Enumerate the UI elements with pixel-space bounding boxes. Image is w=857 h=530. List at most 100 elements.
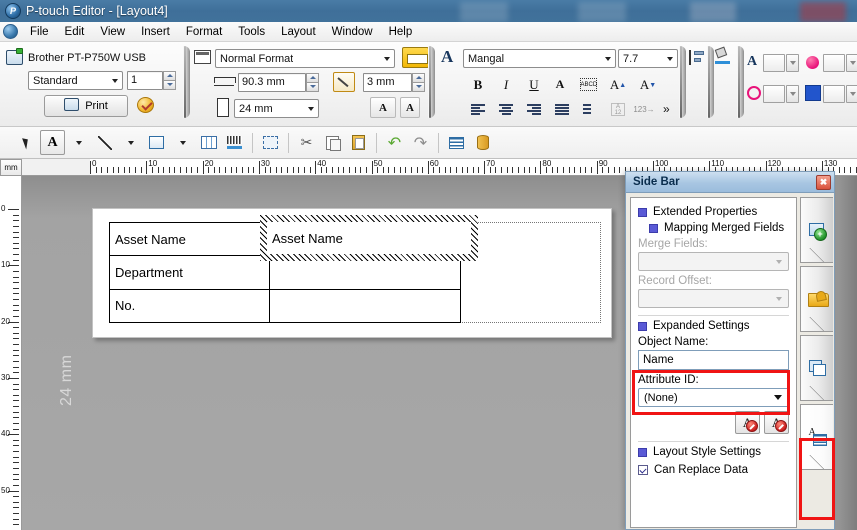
menu-item-insert[interactable]: Insert (133, 24, 178, 40)
undo-button[interactable]: ↶ (382, 130, 407, 155)
menu-item-help[interactable]: Help (381, 24, 421, 40)
background-color-icon[interactable] (805, 85, 821, 101)
margin-stepper[interactable] (412, 73, 425, 92)
table-cell-value[interactable] (268, 288, 462, 324)
sidebar-tab-favorites[interactable] (800, 266, 833, 332)
table-row[interactable]: No. (109, 288, 462, 324)
symbol-tool[interactable] (258, 130, 283, 155)
ruler-unit-corner[interactable]: mm (0, 159, 22, 176)
cut-button[interactable]: ✂ (294, 130, 319, 155)
align-center-icon[interactable] (495, 99, 517, 120)
label-length-stepper[interactable] (306, 73, 319, 92)
section-toggle-icon[interactable] (638, 447, 647, 457)
align-justify-icon[interactable] (551, 99, 573, 120)
yellow-label-icon[interactable] (402, 47, 429, 68)
menu-item-layout[interactable]: Layout (273, 24, 324, 40)
object-name-input[interactable]: Name (638, 350, 789, 370)
fill-circle-icon[interactable] (806, 56, 819, 69)
margin-input[interactable]: 3 mm (363, 73, 412, 92)
paste-button[interactable] (346, 130, 371, 155)
copy-button[interactable] (320, 130, 345, 155)
menu-item-view[interactable]: View (92, 24, 133, 40)
table-cell-field[interactable]: No. (109, 288, 270, 324)
document-control-icon[interactable] (3, 24, 18, 39)
label-layout-icon[interactable] (194, 50, 211, 64)
table-tool[interactable] (196, 130, 221, 155)
print-button[interactable]: Print (44, 95, 128, 117)
select-arrow-tool[interactable] (14, 130, 39, 155)
copies-stepper-up[interactable] (163, 71, 176, 80)
sidebar-tab-text-properties[interactable] (800, 404, 833, 470)
redo-button[interactable]: ↷ (408, 130, 433, 155)
increase-font-icon[interactable]: A ▲ (607, 74, 629, 95)
section-layout-style-settings[interactable]: Layout Style Settings (638, 446, 789, 458)
text-fit-icon[interactable]: A (370, 97, 396, 118)
font-size-select[interactable]: 7.7 (618, 49, 678, 68)
vertical-ruler[interactable]: 0 10 20 30 40 50 (0, 176, 22, 530)
line-color-icon[interactable] (747, 86, 761, 100)
auto-format-wand-icon[interactable] (333, 72, 355, 92)
text-direction-icon[interactable]: 123→ (633, 99, 655, 120)
line-color-dropdown[interactable] (786, 85, 799, 103)
section-extended-properties[interactable]: Extended Properties (638, 206, 789, 218)
menu-item-edit[interactable]: Edit (57, 24, 93, 40)
attribute-id-select[interactable]: (None) (638, 388, 789, 407)
fill-color-icon[interactable] (714, 46, 731, 67)
text-color-swatch[interactable] (763, 54, 785, 72)
database-view-button[interactable] (444, 130, 469, 155)
fill-color-swatch[interactable] (823, 54, 845, 72)
object-align-icon[interactable] (689, 50, 704, 68)
table-cell-field[interactable]: Department (109, 255, 270, 290)
can-replace-data-checkbox[interactable] (638, 465, 648, 475)
close-icon[interactable]: ✖ (816, 174, 831, 190)
sidebar-tab-objects[interactable] (800, 335, 833, 401)
tape-width-select[interactable]: 24 mm (234, 99, 319, 118)
copies-input[interactable]: 1 (127, 71, 163, 90)
can-replace-data-row[interactable]: Can Replace Data (638, 464, 789, 476)
set-attribute-icon[interactable]: A (735, 411, 760, 434)
italic-button[interactable]: I (495, 74, 517, 95)
line-spacing-icon[interactable] (579, 99, 601, 120)
print-mode-select[interactable]: Standard (28, 71, 123, 90)
text-color-A-icon[interactable]: A (747, 54, 757, 70)
copies-stepper[interactable] (163, 71, 176, 90)
rectangle-tool-dropdown[interactable] (170, 130, 195, 155)
menu-item-window[interactable]: Window (324, 24, 381, 40)
rectangle-tool[interactable] (144, 130, 169, 155)
line-tool-dropdown[interactable] (118, 130, 143, 155)
label-sheet[interactable]: Asset Name Department No. Asset Name (92, 208, 612, 338)
section-toggle-icon[interactable] (638, 207, 647, 217)
menu-item-format[interactable]: Format (178, 24, 230, 40)
underline-button[interactable]: U (523, 74, 545, 95)
copies-stepper-down[interactable] (163, 80, 176, 90)
text-color-dropdown[interactable] (786, 54, 799, 72)
sidebar-tab-new-object[interactable] (800, 197, 833, 263)
bold-button[interactable]: B (467, 74, 489, 95)
align-left-icon[interactable] (467, 99, 489, 120)
table-cell-field[interactable]: Asset Name (109, 221, 270, 257)
selected-text-object[interactable]: Asset Name (260, 215, 478, 261)
menu-item-tools[interactable]: Tools (230, 24, 273, 40)
text-frame-icon[interactable]: A (400, 97, 420, 118)
print-options-icon[interactable] (137, 97, 154, 113)
section-toggle-icon[interactable] (649, 223, 658, 233)
label-length-input[interactable]: 90.3 mm (238, 73, 306, 92)
background-color-swatch[interactable] (823, 85, 845, 103)
align-right-icon[interactable] (523, 99, 545, 120)
fill-color-dropdown[interactable] (846, 54, 857, 72)
text-tool-dropdown[interactable] (66, 130, 91, 155)
label-format-select[interactable]: Normal Format (215, 49, 395, 68)
text-effect-icon[interactable]: A (549, 74, 571, 95)
text-lock-abcd-icon[interactable]: ABCD (577, 74, 599, 95)
database-button[interactable] (470, 130, 495, 155)
line-tool[interactable] (92, 130, 117, 155)
background-color-dropdown[interactable] (846, 85, 857, 103)
section-expanded-settings[interactable]: Expanded Settings (638, 320, 789, 332)
font-toolbar-overflow-button[interactable]: » (663, 102, 670, 116)
line-color-swatch[interactable] (763, 85, 785, 103)
decrease-font-icon[interactable]: A ▼ (637, 74, 659, 95)
menu-item-file[interactable]: File (22, 24, 57, 40)
font-family-select[interactable]: Mangal (463, 49, 616, 68)
section-mapping-merged-fields[interactable]: Mapping Merged Fields (649, 222, 789, 234)
barcode-tool[interactable] (222, 130, 247, 155)
